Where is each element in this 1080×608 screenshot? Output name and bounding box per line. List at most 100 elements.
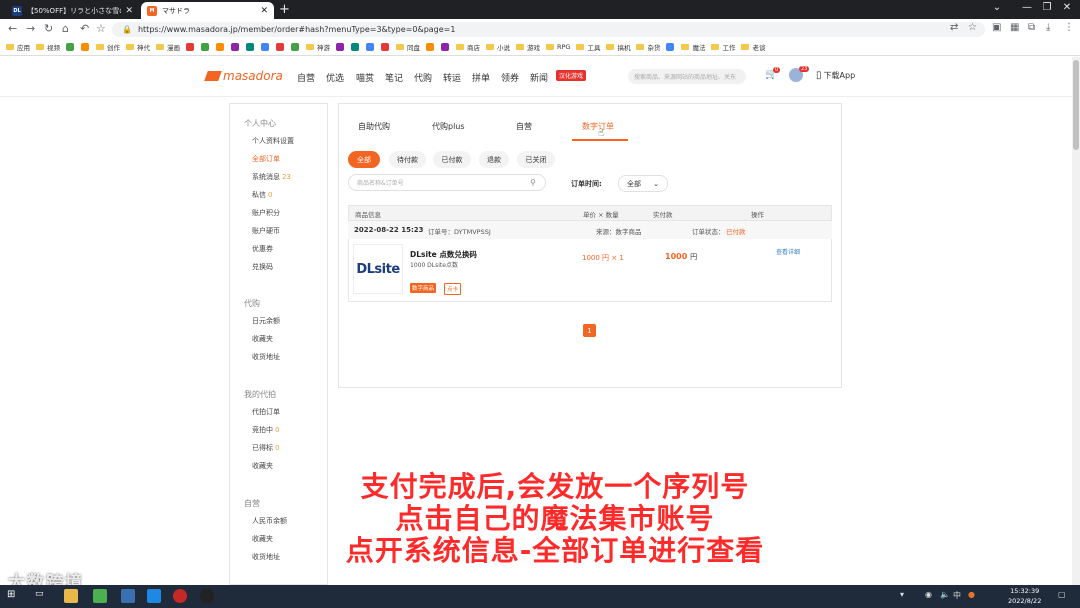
sidebar-item[interactable]: 系统消息 23 xyxy=(252,172,291,182)
tray-icon[interactable]: ◉ xyxy=(925,590,932,599)
notification-icon[interactable]: ▢ xyxy=(1058,590,1066,599)
product-name[interactable]: DLsite 点数兑换码 xyxy=(410,249,477,260)
order-time-select[interactable]: 全部 ⌄ xyxy=(618,175,668,192)
bookmark-item[interactable]: 视频 xyxy=(36,42,60,52)
avatar[interactable]: 23 xyxy=(789,66,810,82)
bookmark-item[interactable] xyxy=(231,43,240,51)
cart-icon[interactable]: 🛒 0 xyxy=(765,67,781,80)
bookmark-item[interactable] xyxy=(441,43,450,51)
tab-purchase-plus[interactable]: 代购plus xyxy=(432,121,465,132)
close-window-button[interactable]: ✕ xyxy=(1055,2,1079,13)
new-tab-button[interactable]: + xyxy=(279,2,290,17)
sidebar-item[interactable]: 收货地址 xyxy=(252,352,280,362)
address-bar[interactable]: 🔒 https://www.masadora.jp/member/order#h… xyxy=(112,22,985,37)
sidebar-item[interactable]: 私信 0 xyxy=(252,190,272,200)
tray-icon[interactable]: ▾ xyxy=(900,590,904,599)
menu-icon[interactable]: ⋮ xyxy=(1064,22,1074,33)
forward-icon[interactable]: → xyxy=(26,22,35,35)
bookmark-item[interactable]: 应用 xyxy=(6,42,30,52)
bookmark-item[interactable] xyxy=(336,43,345,51)
sidebar-item[interactable]: 全部订单 xyxy=(252,154,280,164)
sidebar-item[interactable]: 代拍订单 xyxy=(252,407,280,417)
download-app-link[interactable]: ▯ 下载App xyxy=(816,70,855,81)
bookmark-item[interactable] xyxy=(246,43,255,51)
tray-icon[interactable]: ● xyxy=(968,590,975,599)
nav-item[interactable]: 优选 xyxy=(326,71,344,84)
tab-self-purchase[interactable]: 自助代购 xyxy=(358,121,390,132)
bookmark-item[interactable]: 同盘 xyxy=(396,42,420,52)
bookmark-item[interactable]: 搞机 xyxy=(606,42,630,52)
site-search-input[interactable]: 搜索商品、来源网站的商品地址、关东 xyxy=(628,69,746,84)
filter-all[interactable]: 全部 xyxy=(348,151,380,168)
bookmark-item[interactable]: 杂货 xyxy=(636,42,660,52)
filter-pending-payment[interactable]: 待付款 xyxy=(389,151,426,168)
sidebar-item[interactable]: 个人资料设置 xyxy=(252,136,294,146)
undo-icon[interactable]: ↶ xyxy=(80,22,89,35)
filter-refund[interactable]: 退款 xyxy=(479,151,509,168)
bookmark-item[interactable] xyxy=(426,43,435,51)
bookmark-item[interactable]: 老谈 xyxy=(741,42,765,52)
view-detail-link[interactable]: 查看详细 xyxy=(776,247,800,256)
nav-item[interactable]: 自营 xyxy=(297,71,315,84)
sidebar-item[interactable]: 账户硬币 xyxy=(252,226,280,236)
ime-indicator[interactable]: 中 xyxy=(953,590,961,601)
sidebar-item[interactable]: 兑换码 xyxy=(252,262,273,272)
app-icon[interactable] xyxy=(121,589,135,603)
bookmark-item[interactable]: RPG xyxy=(546,43,570,51)
bookmark-item[interactable]: 漫画 xyxy=(156,42,180,52)
back-icon[interactable]: ← xyxy=(8,22,17,35)
bookmark-item[interactable]: 创作 xyxy=(96,42,120,52)
bookmark-item[interactable] xyxy=(381,43,390,51)
nav-item[interactable]: 笔记 xyxy=(385,71,403,84)
home-icon[interactable]: ⌂ xyxy=(62,22,69,35)
chrome-icon[interactable] xyxy=(93,589,107,603)
system-clock[interactable]: 15:32:39 2022/8/22 xyxy=(1008,586,1041,606)
download-icon[interactable]: ⤓ xyxy=(1046,22,1050,33)
filter-closed[interactable]: 已关闭 xyxy=(517,151,555,168)
bookmark-item[interactable] xyxy=(66,43,75,51)
product-image[interactable]: DLsite xyxy=(353,244,403,294)
order-search-input[interactable]: 商品名称&订单号 ⚲ xyxy=(348,174,546,191)
bookmark-item[interactable]: 神代 xyxy=(126,42,150,52)
task-view-icon[interactable]: ▭ xyxy=(35,589,49,603)
nav-item[interactable]: 领券 xyxy=(501,71,519,84)
bookmark-item[interactable]: 小说 xyxy=(486,42,510,52)
qq-icon[interactable] xyxy=(200,589,214,603)
nav-item[interactable]: 转运 xyxy=(443,71,461,84)
extension-icon[interactable]: ▣ xyxy=(992,22,1001,33)
bookmark-item[interactable]: 工作 xyxy=(711,42,735,52)
search-icon[interactable]: ⚲ xyxy=(530,178,536,187)
nav-item[interactable]: 新闻 xyxy=(530,71,548,84)
bookmark-item[interactable] xyxy=(216,43,225,51)
bookmark-item[interactable] xyxy=(201,43,210,51)
reload-icon[interactable]: ↻ xyxy=(44,22,53,35)
close-tab-icon[interactable]: ✕ xyxy=(256,6,268,16)
pagination-page[interactable]: 1 xyxy=(583,324,596,337)
star-icon[interactable]: ☆ xyxy=(968,22,977,33)
bookmark-star-icon[interactable]: ☆ xyxy=(96,22,106,35)
nav-item[interactable]: 拼单 xyxy=(472,71,490,84)
bookmark-item[interactable]: 工具 xyxy=(576,42,600,52)
nav-promo-badge[interactable]: 汉化游戏 xyxy=(556,70,587,81)
sidebar-item[interactable]: 竞拍中 0 xyxy=(252,425,279,435)
sidebar-item[interactable]: 已得标 0 xyxy=(252,443,279,453)
screenshot-icon[interactable]: ⧉ xyxy=(1028,22,1035,33)
recorder-icon[interactable] xyxy=(173,589,187,603)
close-tab-icon[interactable]: ✕ xyxy=(121,6,133,16)
tab-search-icon[interactable]: ⌄ xyxy=(985,2,1009,13)
windows-start-icon[interactable]: ⊞ xyxy=(7,589,21,603)
masadora-logo[interactable]: masadora xyxy=(204,69,283,83)
tab-self-operated[interactable]: 自营 xyxy=(516,121,532,132)
browser-tab-dlsite[interactable]: DL 【50%OFF】リラと小さな雪の ✕ xyxy=(6,2,139,19)
sidebar-item[interactable]: 账户积分 xyxy=(252,208,280,218)
bookmark-item[interactable] xyxy=(186,43,195,51)
filter-paid[interactable]: 已付款 xyxy=(433,151,471,168)
bookmark-item[interactable] xyxy=(261,43,270,51)
sidebar-item[interactable]: 日元余额 xyxy=(252,316,280,326)
extension-icon[interactable]: ▦ xyxy=(1010,22,1019,33)
bookmark-item[interactable]: 商店 xyxy=(456,42,480,52)
bookmark-item[interactable] xyxy=(81,43,90,51)
bookmark-item[interactable] xyxy=(366,43,375,51)
sidebar-item[interactable]: 优惠券 xyxy=(252,244,273,254)
file-explorer-icon[interactable] xyxy=(64,589,78,603)
